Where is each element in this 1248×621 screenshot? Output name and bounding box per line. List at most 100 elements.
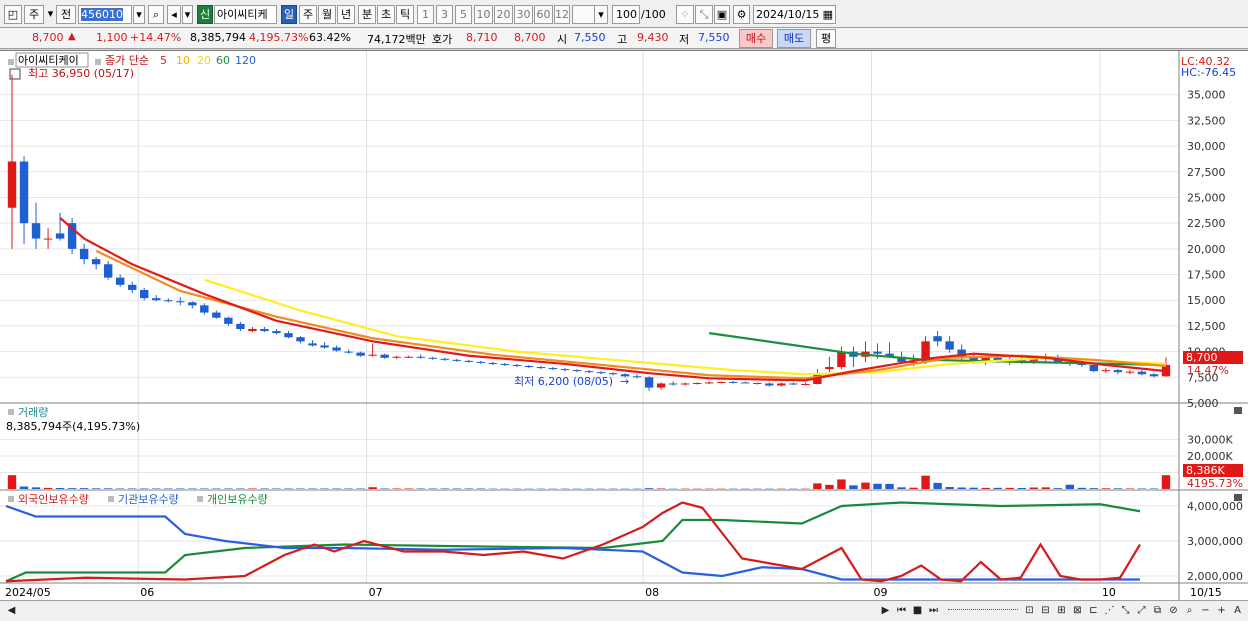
period-second[interactable]: 초 [377,5,395,24]
holding-legend-marker-3 [197,496,203,502]
zoom-search-icon[interactable]: ⌕ [1182,603,1197,618]
scroll-right-icon[interactable]: ▶ [878,603,893,618]
stock-code-input[interactable]: 456010 [78,5,132,24]
interval-10[interactable]: 10 [474,5,493,24]
volume-panel-close-icon[interactable] [1234,407,1242,414]
tool-icon-2[interactable]: ⊟ [1038,603,1053,618]
interval-60[interactable]: 60 [534,5,553,24]
candle-body [1149,374,1159,377]
interval-120[interactable]: 120 [554,5,570,24]
interval-3[interactable]: 3 [436,5,453,24]
legend-foreign: 외국인보유수량 [18,493,89,506]
interval-dropdown-icon[interactable]: ▾ [594,5,608,24]
holding-axis: 4,000,000 3,000,000 2,000,000 [1187,500,1243,583]
eval-button[interactable]: 평 [816,29,836,48]
interval-30[interactable]: 30 [514,5,533,24]
volume-tick-label: 30,000K [1187,434,1233,447]
candle-body [368,354,377,356]
auto-scale-icon[interactable]: A [1230,603,1245,618]
tool-icon-7[interactable]: ⤡ [1118,603,1133,618]
window-menu-icon[interactable]: ◰ [4,5,22,24]
tool-icon-5[interactable]: ⊏ [1086,603,1101,618]
tool-icon-10[interactable]: ⊘ [1166,603,1181,618]
tool-icon-3[interactable]: ⊞ [1054,603,1069,618]
holding-legend-marker-1 [8,496,14,502]
volume-bar [825,484,834,489]
tool-icon-4[interactable]: ⊠ [1070,603,1085,618]
volume-bar [1089,488,1099,489]
volume-bar [368,487,377,489]
toolbar: ◰ 주 ▾ 전 456010 ▾ ⌕ ◂ ▾ 신 아이씨티케 일 주 월 년 분… [0,0,1248,28]
market-dropdown-icon[interactable]: ▾ [46,5,55,24]
candle-body [55,233,65,239]
zoom-in-icon[interactable]: + [1214,603,1229,618]
volume-bar [1017,488,1026,489]
holding-foreign-line [5,501,1141,583]
date-value: 2024/10/15 [756,8,820,21]
calendar-icon[interactable]: ▦ [823,6,833,23]
candle-body [380,354,389,358]
interval-20[interactable]: 20 [494,5,513,24]
chart-area[interactable]: 35,000 32,500 30,000 27,500 25,000 22,500 20,0… [0,50,1248,601]
interval-1[interactable]: 1 [417,5,434,24]
stock-code-value: 456010 [81,8,123,21]
interval-5[interactable]: 5 [455,5,472,24]
tool-icon-8[interactable]: ⤢ [1134,603,1149,618]
candle-body [91,259,101,265]
candle-body [488,362,498,364]
zoom-out-icon[interactable]: − [1198,603,1213,618]
candle-body [224,317,233,324]
legend-ma10: 10 [176,54,190,67]
code-dropdown-icon[interactable]: ▾ [133,5,145,24]
x-axis-label: 09 [873,586,887,599]
period-tick[interactable]: 틱 [396,5,414,24]
calendar-small-icon[interactable] [9,68,21,80]
buy-button[interactable]: 매수 [739,29,773,48]
candle-body [512,364,522,367]
period-day[interactable]: 일 [281,5,297,24]
period-year[interactable]: 년 [337,5,355,24]
last-icon[interactable]: ⏭ [926,603,941,618]
scroll-bar[interactable]: ◀ ▶ ⏮ ■ ⏭ ⊡ ⊟ ⊞ ⊠ ⊏ ⋰ ⤡ ⤢ ⧉ ⊘ ⌕ − + A [0,600,1248,621]
ma5-line [59,217,1167,382]
speaker-dropdown-icon[interactable]: ▾ [182,5,193,24]
candle-body [79,248,89,260]
market-select[interactable]: 주 [24,5,44,24]
candle-body [200,305,209,313]
stop-icon[interactable]: ■ [910,603,925,618]
x-axis-label: 06 [140,586,154,599]
sell-button[interactable]: 매도 [777,29,811,48]
candle-body [765,383,774,386]
count-input[interactable]: 100 [612,5,640,24]
compare-icon[interactable]: ⁘ [676,5,694,24]
candle-body [236,323,245,330]
scroll-left-icon[interactable]: ◀ [4,603,19,618]
tool-icon-9[interactable]: ⧉ [1150,603,1165,618]
holding-panel-close-icon[interactable] [1234,494,1242,501]
gear-icon[interactable]: ⚙ [733,5,750,24]
tool-icon-6[interactable]: ⋰ [1102,603,1117,618]
price-tick-label: 27,500 [1187,166,1226,179]
date-input[interactable]: 2024/10/15 ▦ [753,5,836,24]
holding-lines [5,501,1141,583]
prev-button[interactable]: 전 [56,5,76,24]
search-icon[interactable]: ⌕ [148,5,164,24]
period-week[interactable]: 주 [299,5,317,24]
candle-body [392,356,401,358]
volume-tag-text: 8,386K [1186,464,1225,477]
speaker-icon[interactable]: ◂ [167,5,181,24]
period-minute[interactable]: 분 [358,5,376,24]
legend-ma-label: 종가 단순 [105,54,149,67]
legend-marker [8,59,14,65]
stock-name[interactable]: 아이씨티케 [214,5,277,24]
candle-body [332,347,341,351]
candle-body [680,383,690,385]
tool-icon-1[interactable]: ⊡ [1022,603,1037,618]
turnover-rate: 63.42% [309,31,351,44]
period-month[interactable]: 월 [318,5,336,24]
save-icon[interactable]: ▣ [714,5,730,24]
zoom-slider[interactable] [948,609,1018,612]
legend-ma5: 5 [160,54,167,67]
draw-line-icon[interactable]: ⤡ [695,5,713,24]
first-icon[interactable]: ⏮ [894,603,909,618]
